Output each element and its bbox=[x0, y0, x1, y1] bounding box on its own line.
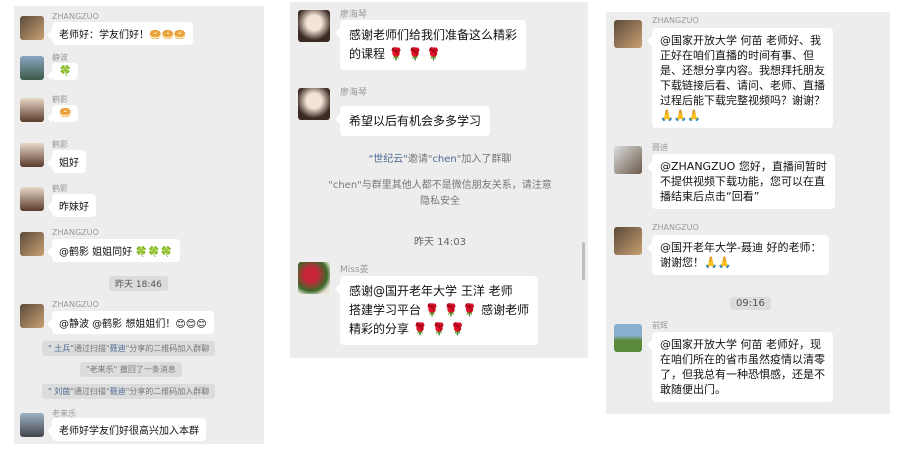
system-text: "通过扫描" bbox=[70, 344, 110, 353]
avatar[interactable] bbox=[614, 20, 642, 48]
sender-name: ZHANGZUO bbox=[652, 223, 699, 232]
message-bubble[interactable]: 🍀 bbox=[46, 63, 79, 81]
message-bubble[interactable]: 感谢@国开老年大学 王洋 老师 搭建学习平台 🌹 🌹 🌹 感谢老师 精彩的分享 … bbox=[334, 276, 539, 345]
system-text: chen bbox=[432, 154, 457, 165]
sender-name: 鹤影 bbox=[52, 95, 68, 104]
system-text: "世纪云" bbox=[368, 154, 408, 165]
system-text: 聂迪 bbox=[109, 344, 126, 353]
system-message: " 刘茵"通过扫描"聂迪"分享的二维码加入群聊 bbox=[42, 384, 216, 399]
message-bubble[interactable]: @国开老年大学-聂迪 好的老师： 谢谢您！🙏🙏 bbox=[646, 235, 830, 275]
message-bubble[interactable]: 感谢老师们给我们准备这么精彩 的课程 🌹 🌹 🌹 bbox=[334, 20, 527, 70]
message-bubble[interactable]: @ZHANGZUO 您好，直播间暂时 不提供视频下载功能，您可以在直 播结束后点… bbox=[647, 154, 835, 209]
avatar[interactable] bbox=[298, 262, 330, 294]
system-text: "通过扫描" bbox=[70, 387, 110, 396]
system-message: "世纪云"邀请"chen"加入了群聊 bbox=[330, 150, 550, 165]
chat-panel-1: ZHANGZUO 老师好：学友们好！🥯🥯🥯 静波 🍀 鹤影 🥯 鹤影 姐好 鹤影… bbox=[14, 6, 264, 444]
sender-name: ZHANGZUO bbox=[52, 228, 99, 237]
avatar[interactable] bbox=[298, 88, 330, 120]
system-message: " 土兵"通过扫描"聂迪"分享的二维码加入群聊 bbox=[42, 341, 216, 356]
system-text: 邀请" bbox=[407, 154, 433, 165]
system-text: " 刘茵 bbox=[48, 387, 71, 396]
chat-panel-3: ZHANGZUO @国家开放大学 何苗 老师好、我 正好在咱们直播的时间有事、但… bbox=[606, 12, 890, 414]
message-bubble[interactable]: 希望以后有机会多多学习 bbox=[334, 106, 491, 136]
sender-name: ZHANGZUO bbox=[52, 12, 99, 21]
avatar[interactable] bbox=[20, 16, 44, 40]
timestamp: 09:16 bbox=[730, 297, 771, 310]
message-bubble[interactable]: 老师好：学友们好！🥯🥯🥯 bbox=[46, 22, 194, 45]
sender-name: 前辉 bbox=[652, 321, 668, 330]
system-text: 聂迪 bbox=[109, 387, 126, 396]
sender-name: Miss姜 bbox=[340, 265, 369, 275]
message-bubble[interactable]: 🥯 bbox=[46, 105, 79, 123]
sender-name: 鹤影 bbox=[52, 184, 68, 193]
message-bubble[interactable]: 姐好 bbox=[47, 150, 86, 173]
sender-name: 鹤影 bbox=[52, 140, 68, 149]
chat-panel-2: 廖海琴 感谢老师们给我们准备这么精彩 的课程 🌹 🌹 🌹 廖海琴 希望以后有机会… bbox=[290, 2, 588, 358]
system-text: "分享的二维码加入群聊 bbox=[125, 387, 210, 396]
sender-name: ZHANGZUO bbox=[52, 300, 99, 309]
message-bubble[interactable]: @国家开放大学 何苗 老师好，现 在咱们所在的省市虽然疫情以清零 了，但我总有一… bbox=[647, 332, 833, 402]
timestamp: 昨天 14:03 bbox=[414, 237, 466, 248]
message-bubble[interactable]: @国家开放大学 何苗 老师好、我 正好在咱们直播的时间有事、但 是、还想分享内容… bbox=[647, 28, 833, 128]
sender-name: 廖海琴 bbox=[340, 88, 368, 98]
timestamp: 昨天 18:46 bbox=[109, 276, 168, 291]
avatar[interactable] bbox=[298, 10, 330, 42]
sender-name: 静波 bbox=[52, 53, 68, 62]
system-text: "加入了群聊 bbox=[456, 154, 512, 165]
sender-name: 廖海琴 bbox=[340, 10, 368, 20]
system-text: "分享的二维码加入群聊 bbox=[125, 344, 210, 353]
avatar[interactable] bbox=[614, 324, 642, 352]
avatar[interactable] bbox=[20, 304, 44, 328]
sender-name: 聂迪 bbox=[652, 143, 668, 152]
avatar[interactable] bbox=[20, 56, 44, 80]
avatar[interactable] bbox=[20, 413, 44, 437]
avatar[interactable] bbox=[614, 146, 642, 174]
message-bubble[interactable]: @鹤影 姐姐同好 🍀🍀🍀 bbox=[47, 239, 180, 262]
message-bubble[interactable]: 老师好学友们好很高兴加入本群 bbox=[47, 418, 206, 441]
system-text: " 土兵 bbox=[48, 344, 71, 353]
system-message: "老来乐" 撤回了一条消息 bbox=[80, 362, 182, 377]
scrollbar[interactable] bbox=[582, 242, 585, 280]
avatar[interactable] bbox=[20, 232, 44, 256]
avatar[interactable] bbox=[20, 187, 44, 211]
avatar[interactable] bbox=[20, 98, 44, 122]
avatar[interactable] bbox=[614, 227, 642, 255]
message-bubble[interactable]: 昨妹好 bbox=[47, 194, 96, 217]
system-message: "chen"与群里其他人都不是微信朋友关系，请注意 隐私安全 bbox=[328, 180, 552, 207]
sender-name: ZHANGZUO bbox=[652, 16, 699, 25]
avatar[interactable] bbox=[20, 143, 44, 167]
message-bubble[interactable]: @静波 @鹤影 想姐姐们！😊😊😊 bbox=[47, 311, 214, 334]
